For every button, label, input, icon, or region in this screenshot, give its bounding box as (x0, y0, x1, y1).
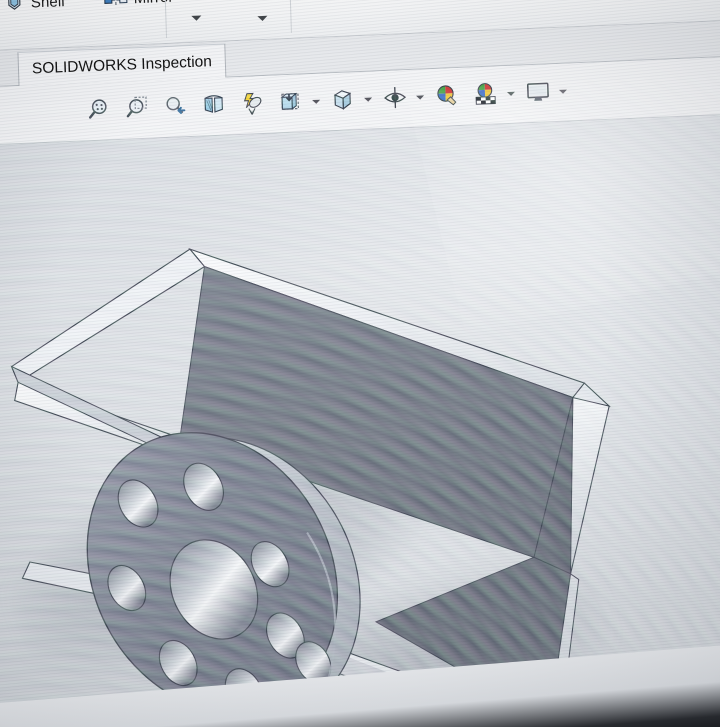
ribbon-overflow-caret-1-icon[interactable] (191, 15, 202, 21)
edit-appearance-button[interactable] (430, 78, 465, 113)
photographed-monitor-screenshot: Shell Mirror S CAM (0, 0, 720, 727)
view-orientation-icon (280, 92, 299, 110)
hide-show-items-caret-icon[interactable] (416, 95, 425, 100)
part-model-shelled-channel-with-flange[interactable] (0, 114, 720, 727)
mirror-command[interactable]: Mirror (102, 0, 174, 13)
zoom-to-fit-button[interactable] (81, 92, 116, 127)
view-settings-caret-icon[interactable] (558, 89, 568, 94)
zoom-to-area-icon (126, 96, 147, 118)
shell-icon (3, 0, 26, 17)
shell-command[interactable]: Shell (3, 0, 65, 17)
hide-show-items-button[interactable] (378, 80, 413, 115)
box-left-end-top-rail (10, 248, 206, 384)
view-orientation-button[interactable] (274, 84, 309, 119)
previous-view-button[interactable] (158, 89, 193, 124)
zoom-to-area-button[interactable] (119, 91, 154, 126)
section-view-button[interactable] (197, 87, 232, 122)
dynamic-annotation-views-icon (243, 92, 262, 115)
hide-show-items-icon (384, 87, 407, 109)
mirror-icon (102, 0, 129, 13)
view-settings-icon (527, 82, 549, 101)
ribbon-separator-2 (289, 0, 292, 33)
display-style-icon (333, 90, 352, 110)
graphics-area[interactable] (0, 71, 720, 727)
ribbon-overflow-caret-2-icon[interactable] (257, 15, 268, 22)
display-style-button[interactable] (326, 82, 361, 117)
apply-scene-caret-icon[interactable] (506, 91, 516, 97)
view-orientation-caret-icon[interactable] (312, 99, 321, 105)
model-geometry (10, 248, 611, 727)
dynamic-annotation-views-button[interactable] (235, 86, 270, 121)
view-settings-button[interactable] (520, 74, 555, 109)
apply-scene-button[interactable] (468, 76, 503, 111)
edit-appearance-icon (437, 85, 457, 106)
zoom-to-fit-icon (88, 99, 107, 119)
apply-scene-icon (475, 83, 496, 105)
shell-command-label: Shell (30, 0, 65, 11)
previous-view-icon (166, 97, 186, 114)
section-view-icon (204, 95, 223, 113)
screen-content-tilt-wrapper: Shell Mirror S CAM (0, 0, 720, 727)
mirror-command-label: Mirror (133, 0, 173, 7)
display-style-caret-icon[interactable] (364, 97, 373, 102)
tab-solidworks-inspection-label: SOLIDWORKS Inspection (31, 52, 213, 77)
